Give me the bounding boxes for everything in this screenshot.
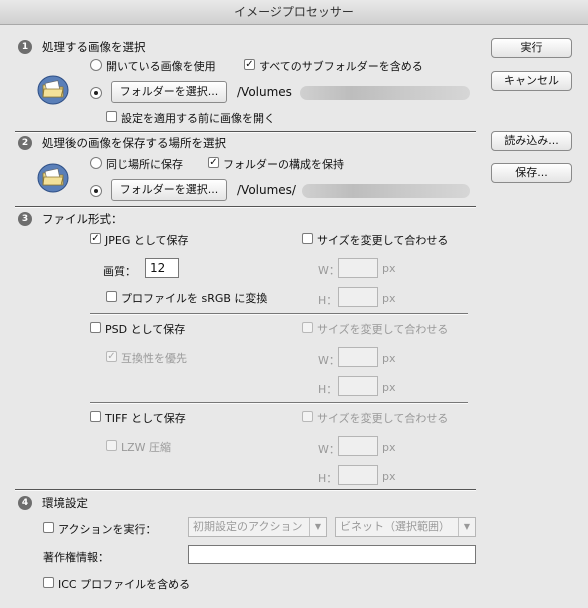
section-1-badge: 1 xyxy=(18,40,32,54)
convert-srgb-label: プロファイルを sRGB に変換 xyxy=(121,292,268,305)
tiff-width-label: W： xyxy=(318,443,340,456)
same-location-radio[interactable] xyxy=(90,157,102,169)
psd-resize-label: サイズを変更して合わせる xyxy=(317,323,449,336)
section-4-badge: 4 xyxy=(18,496,32,510)
section-2-divider xyxy=(15,206,476,208)
psd-height-input[interactable] xyxy=(338,376,378,396)
dest-path: /Volumes/ xyxy=(237,183,296,197)
psd-divider xyxy=(90,402,468,404)
tiff-height-label: H： xyxy=(318,472,338,485)
jpeg-height-input[interactable] xyxy=(338,287,378,307)
section-1-divider xyxy=(15,131,476,133)
tiff-resize-label: サイズを変更して合わせる xyxy=(317,412,449,425)
copyright-label: 著作権情報： xyxy=(43,551,109,564)
select-dest-folder-radio[interactable] xyxy=(90,185,102,197)
psd-width-input[interactable] xyxy=(338,347,378,367)
dest-path-redacted xyxy=(302,184,470,198)
psd-width-label: W： xyxy=(318,354,340,367)
section-2-badge: 2 xyxy=(18,136,32,150)
tiff-width-unit: px xyxy=(382,441,396,454)
action-set-value: 初期設定のアクション xyxy=(193,520,303,533)
open-first-image-label: 設定を適用する前に画像を開く xyxy=(121,112,275,125)
copyright-input[interactable] xyxy=(188,545,476,564)
save-jpeg-label: JPEG として保存 xyxy=(105,234,189,247)
select-source-folder-button[interactable]: フォルダーを選択... xyxy=(111,81,227,103)
section-3-title: ファイル形式： xyxy=(42,212,123,226)
open-first-image-checkbox[interactable] xyxy=(106,111,117,122)
load-button[interactable]: 読み込み... xyxy=(491,131,572,151)
include-icc-label: ICC プロファイルを含める xyxy=(58,578,191,591)
psd-resize-checkbox[interactable] xyxy=(302,322,313,333)
action-select[interactable]: ビネット（選択範囲） ▼ xyxy=(335,517,476,537)
include-subfolders-checkbox[interactable]: ✓ xyxy=(244,59,255,70)
tiff-resize-checkbox[interactable] xyxy=(302,411,313,422)
tiff-width-input[interactable] xyxy=(338,436,378,456)
psd-width-unit: px xyxy=(382,352,396,365)
section-4-title: 環境設定 xyxy=(42,496,88,510)
section-3-divider xyxy=(15,489,476,491)
jpeg-width-label: W： xyxy=(318,264,340,277)
jpeg-resize-label: サイズを変更して合わせる xyxy=(317,234,449,247)
select-dest-folder-button[interactable]: フォルダーを選択... xyxy=(111,179,227,201)
run-action-label: アクションを実行： xyxy=(58,523,157,536)
same-location-label: 同じ場所に保存 xyxy=(106,158,183,171)
save-tiff-checkbox[interactable] xyxy=(90,411,101,422)
section-2-title: 処理後の画像を保存する場所を選択 xyxy=(42,136,226,150)
keep-structure-checkbox[interactable]: ✓ xyxy=(208,157,219,168)
maximize-compat-label: 互換性を優先 xyxy=(121,352,187,365)
maximize-compat-checkbox[interactable]: ✓ xyxy=(106,351,117,362)
jpeg-width-unit: px xyxy=(382,262,396,275)
save-button[interactable]: 保存... xyxy=(491,163,572,183)
save-psd-checkbox[interactable] xyxy=(90,322,101,333)
convert-srgb-checkbox[interactable] xyxy=(106,291,117,302)
save-psd-label: PSD として保存 xyxy=(105,323,186,336)
run-button[interactable]: 実行 xyxy=(491,38,572,58)
jpeg-height-unit: px xyxy=(382,292,396,305)
section-3-badge: 3 xyxy=(18,212,32,226)
action-value: ビネット（選択範囲） xyxy=(340,520,450,533)
lzw-compression-label: LZW 圧縮 xyxy=(121,441,172,454)
chevron-down-icon: ▼ xyxy=(309,518,326,536)
save-tiff-label: TIFF として保存 xyxy=(105,412,186,425)
select-folder-radio[interactable] xyxy=(90,87,102,99)
use-open-images-label: 開いている画像を使用 xyxy=(106,60,216,73)
folder-image-icon xyxy=(37,75,69,105)
keep-structure-label: フォルダーの構成を保持 xyxy=(223,158,344,171)
cancel-button[interactable]: キャンセル xyxy=(491,71,572,91)
include-icc-checkbox[interactable] xyxy=(43,577,54,588)
psd-height-unit: px xyxy=(382,381,396,394)
section-1-title: 処理する画像を選択 xyxy=(42,40,146,54)
run-action-checkbox[interactable] xyxy=(43,522,54,533)
lzw-compression-checkbox[interactable] xyxy=(106,440,117,451)
chevron-down-icon: ▼ xyxy=(458,518,475,536)
jpeg-height-label: H： xyxy=(318,294,338,307)
folder-image-icon xyxy=(37,163,69,193)
jpeg-divider xyxy=(90,313,468,315)
action-set-select[interactable]: 初期設定のアクション ▼ xyxy=(188,517,327,537)
include-subfolders-label: すべてのサブフォルダーを含める xyxy=(259,60,423,73)
quality-label: 画質： xyxy=(103,265,136,278)
psd-height-label: H： xyxy=(318,383,338,396)
use-open-images-radio[interactable] xyxy=(90,59,102,71)
window-title: イメージプロセッサー xyxy=(0,0,588,25)
quality-input[interactable]: 12 xyxy=(145,258,179,278)
tiff-height-unit: px xyxy=(382,470,396,483)
source-path: /Volumes xyxy=(237,85,292,99)
source-path-redacted xyxy=(300,86,470,100)
jpeg-resize-checkbox[interactable] xyxy=(302,233,313,244)
jpeg-width-input[interactable] xyxy=(338,258,378,278)
save-jpeg-checkbox[interactable]: ✓ xyxy=(90,233,101,244)
tiff-height-input[interactable] xyxy=(338,465,378,485)
